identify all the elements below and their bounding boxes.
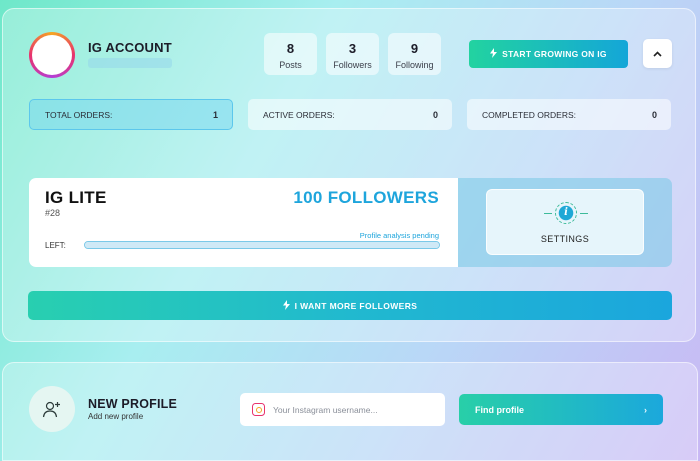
account-username-placeholder bbox=[88, 58, 172, 68]
progress-bar bbox=[84, 241, 440, 249]
stat-following-label: Following bbox=[395, 60, 434, 70]
start-growing-label: START GROWING ON IG bbox=[502, 49, 607, 59]
username-field[interactable] bbox=[240, 393, 445, 426]
order-card: IG LITE #28 100 FOLLOWERS Profile analys… bbox=[29, 178, 672, 267]
completed-orders-value: 0 bbox=[651, 109, 657, 120]
total-orders-label: TOTAL ORDERS: bbox=[45, 109, 113, 120]
collapse-button[interactable] bbox=[643, 39, 672, 68]
total-orders-value: 1 bbox=[212, 109, 218, 120]
order-details: IG LITE #28 100 FOLLOWERS Profile analys… bbox=[29, 178, 458, 267]
new-profile-subtitle: Add new profile bbox=[88, 412, 144, 421]
new-profile-title: NEW PROFILE bbox=[88, 397, 178, 411]
order-status: Profile analysis pending bbox=[359, 231, 439, 240]
stat-followers: 3 Followers bbox=[326, 33, 379, 75]
plan-quantity: 100 FOLLOWERS bbox=[293, 188, 439, 207]
instagram-icon bbox=[252, 403, 265, 416]
want-more-followers-button[interactable]: I WANT MORE FOLLOWERS bbox=[28, 291, 672, 320]
completed-orders-label: COMPLETED ORDERS: bbox=[482, 109, 576, 120]
stat-posts-value: 8 bbox=[286, 41, 295, 56]
active-orders-label: ACTIVE ORDERS: bbox=[263, 109, 335, 120]
stat-followers-label: Followers bbox=[333, 60, 372, 70]
lightning-icon bbox=[490, 48, 498, 60]
account-avatar[interactable] bbox=[29, 32, 75, 78]
stat-posts-label: Posts bbox=[279, 60, 302, 70]
progress-label: LEFT: bbox=[45, 241, 66, 250]
progress-fill bbox=[85, 242, 439, 248]
settings-label: SETTINGS bbox=[540, 234, 590, 244]
info-icon: i bbox=[544, 202, 588, 224]
active-orders-value: 0 bbox=[432, 109, 438, 120]
plan-name: IG LITE bbox=[45, 188, 107, 207]
settings-button[interactable]: i SETTINGS bbox=[486, 189, 644, 255]
stat-following: 9 Following bbox=[388, 33, 441, 75]
stat-following-value: 9 bbox=[410, 41, 419, 56]
find-profile-button[interactable]: Find profile › bbox=[459, 394, 663, 425]
want-more-followers-label: I WANT MORE FOLLOWERS bbox=[294, 300, 418, 311]
username-input[interactable] bbox=[273, 404, 433, 415]
stat-followers-value: 3 bbox=[348, 41, 357, 56]
order-id: #28 bbox=[45, 208, 61, 218]
total-orders-card[interactable]: TOTAL ORDERS: 1 bbox=[29, 99, 233, 130]
lightning-icon bbox=[282, 299, 290, 312]
active-orders-card[interactable]: ACTIVE ORDERS: 0 bbox=[248, 99, 452, 130]
add-user-icon bbox=[29, 386, 75, 432]
find-profile-label: Find profile bbox=[475, 404, 524, 415]
chevron-right-icon: › bbox=[644, 404, 647, 415]
start-growing-button[interactable]: START GROWING ON IG bbox=[469, 40, 628, 68]
completed-orders-card[interactable]: COMPLETED ORDERS: 0 bbox=[467, 99, 671, 130]
account-title: IG ACCOUNT bbox=[88, 40, 172, 55]
stat-posts: 8 Posts bbox=[264, 33, 317, 75]
chevron-up-icon bbox=[653, 48, 662, 60]
